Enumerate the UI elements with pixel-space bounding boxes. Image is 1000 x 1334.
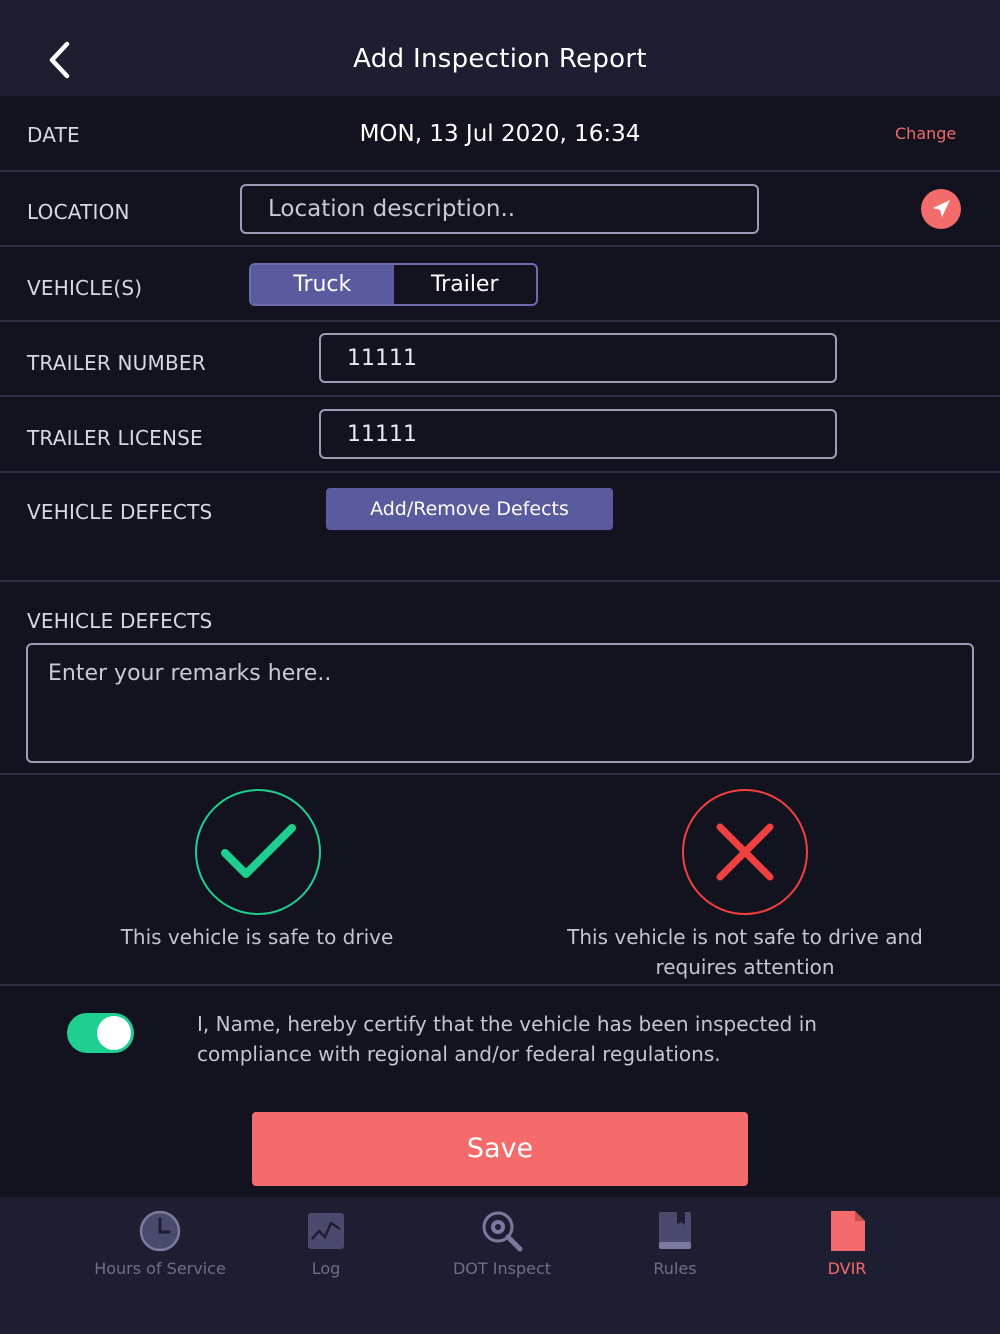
- page-title: Add Inspection Report: [353, 44, 647, 74]
- tab-label-dot-inspect: DOT Inspect: [452, 1259, 552, 1278]
- inspect-magnifier-icon: [482, 1211, 523, 1252]
- clock-icon: [139, 1210, 181, 1252]
- location-label: LOCATION: [27, 200, 130, 224]
- navigation-arrow-icon: [933, 200, 950, 217]
- tab-label-dvir: DVIR: [827, 1259, 867, 1278]
- change-date-link[interactable]: Change: [895, 124, 956, 143]
- tab-label-log: Log: [311, 1259, 341, 1278]
- add-remove-defects-button[interactable]: Add/Remove Defects: [326, 488, 613, 530]
- location-input[interactable]: [240, 184, 759, 234]
- log-chart-icon: [308, 1213, 344, 1249]
- date-value: MON, 13 Jul 2020, 16:34: [359, 121, 641, 147]
- tab-dvir[interactable]: DVIR: [757, 1197, 937, 1334]
- tab-rules[interactable]: Rules: [585, 1197, 765, 1334]
- vehicle-segmented-control: Truck Trailer: [249, 263, 538, 306]
- unsafe-text: This vehicle is not safe to drive and re…: [567, 925, 923, 979]
- trailer-number-label: TRAILER NUMBER: [27, 351, 206, 375]
- document-icon: [831, 1211, 865, 1251]
- save-button[interactable]: Save: [252, 1112, 748, 1186]
- remarks-textarea[interactable]: [26, 643, 974, 763]
- locate-button[interactable]: [921, 189, 961, 229]
- certification-text: I, Name, hereby certify that the vehicle…: [197, 1012, 817, 1066]
- segment-trailer[interactable]: Trailer: [394, 265, 537, 304]
- segment-truck[interactable]: Truck: [251, 265, 394, 304]
- tab-dot-inspect[interactable]: DOT Inspect: [412, 1197, 592, 1334]
- unsafe-circle[interactable]: [682, 789, 808, 915]
- x-icon: [716, 823, 774, 881]
- safe-text: This vehicle is safe to drive: [120, 925, 394, 949]
- trailer-number-input[interactable]: [319, 333, 837, 383]
- safe-circle[interactable]: [195, 789, 321, 915]
- trailer-license-input[interactable]: [319, 409, 837, 459]
- remarks-label: VEHICLE DEFECTS: [27, 609, 213, 633]
- toggle-knob: [97, 1016, 131, 1050]
- tab-hours-of-service[interactable]: Hours of Service: [70, 1197, 250, 1334]
- defects-label: VEHICLE DEFECTS: [27, 500, 213, 524]
- certify-toggle[interactable]: [67, 1013, 134, 1053]
- navigation-bar: Add Inspection Report: [0, 0, 1000, 96]
- tab-log[interactable]: Log: [236, 1197, 416, 1334]
- tab-bar: Hours of Service Log DOT Inspect Rules D…: [0, 1197, 1000, 1334]
- trailer-license-label: TRAILER LICENSE: [27, 426, 203, 450]
- tab-label-rules: Rules: [653, 1259, 697, 1278]
- vehicles-label: VEHICLE(S): [27, 276, 143, 300]
- checkmark-icon: [221, 824, 296, 878]
- book-icon: [659, 1212, 691, 1249]
- tab-label-hours: Hours of Service: [94, 1259, 226, 1278]
